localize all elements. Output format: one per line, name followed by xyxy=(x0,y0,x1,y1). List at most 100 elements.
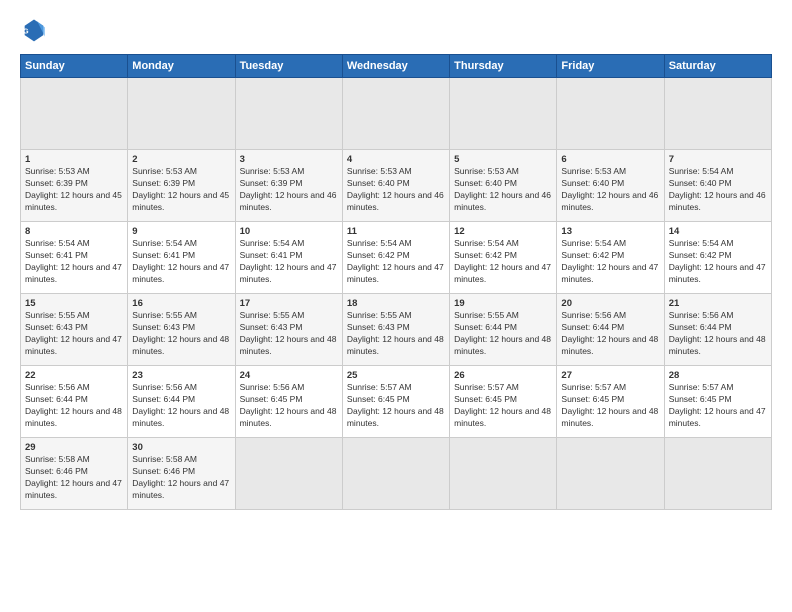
day-number: 22 xyxy=(25,370,123,381)
calendar-cell xyxy=(450,78,557,150)
weekday-header-thursday: Thursday xyxy=(450,55,557,78)
svg-text:G: G xyxy=(23,29,29,36)
calendar-cell xyxy=(664,438,771,510)
day-info: Sunrise: 5:55 AMSunset: 6:43 PMDaylight:… xyxy=(25,310,123,358)
day-info: Sunrise: 5:57 AMSunset: 6:45 PMDaylight:… xyxy=(561,382,659,430)
weekday-header-sunday: Sunday xyxy=(21,55,128,78)
week-row-5: 29 Sunrise: 5:58 AMSunset: 6:46 PMDaylig… xyxy=(21,438,772,510)
day-info: Sunrise: 5:56 AMSunset: 6:44 PMDaylight:… xyxy=(669,310,767,358)
calendar-cell: 8 Sunrise: 5:54 AMSunset: 6:41 PMDayligh… xyxy=(21,222,128,294)
day-info: Sunrise: 5:56 AMSunset: 6:45 PMDaylight:… xyxy=(240,382,338,430)
weekday-header-friday: Friday xyxy=(557,55,664,78)
logo: G xyxy=(20,18,52,46)
day-number: 8 xyxy=(25,226,123,237)
calendar-cell: 6 Sunrise: 5:53 AMSunset: 6:40 PMDayligh… xyxy=(557,150,664,222)
calendar-cell: 9 Sunrise: 5:54 AMSunset: 6:41 PMDayligh… xyxy=(128,222,235,294)
day-number: 7 xyxy=(669,154,767,165)
calendar-cell: 30 Sunrise: 5:58 AMSunset: 6:46 PMDaylig… xyxy=(128,438,235,510)
day-info: Sunrise: 5:54 AMSunset: 6:42 PMDaylight:… xyxy=(561,238,659,286)
day-info: Sunrise: 5:58 AMSunset: 6:46 PMDaylight:… xyxy=(132,454,230,502)
day-info: Sunrise: 5:54 AMSunset: 6:41 PMDaylight:… xyxy=(240,238,338,286)
day-number: 30 xyxy=(132,442,230,453)
day-info: Sunrise: 5:56 AMSunset: 6:44 PMDaylight:… xyxy=(132,382,230,430)
calendar-cell: 10 Sunrise: 5:54 AMSunset: 6:41 PMDaylig… xyxy=(235,222,342,294)
day-number: 2 xyxy=(132,154,230,165)
day-info: Sunrise: 5:53 AMSunset: 6:40 PMDaylight:… xyxy=(454,166,552,214)
day-number: 16 xyxy=(132,298,230,309)
weekday-header-monday: Monday xyxy=(128,55,235,78)
day-info: Sunrise: 5:53 AMSunset: 6:40 PMDaylight:… xyxy=(347,166,445,214)
calendar-cell: 4 Sunrise: 5:53 AMSunset: 6:40 PMDayligh… xyxy=(342,150,449,222)
calendar-cell: 26 Sunrise: 5:57 AMSunset: 6:45 PMDaylig… xyxy=(450,366,557,438)
day-number: 13 xyxy=(561,226,659,237)
day-info: Sunrise: 5:55 AMSunset: 6:44 PMDaylight:… xyxy=(454,310,552,358)
weekday-header-saturday: Saturday xyxy=(664,55,771,78)
calendar-cell: 20 Sunrise: 5:56 AMSunset: 6:44 PMDaylig… xyxy=(557,294,664,366)
calendar-cell: 14 Sunrise: 5:54 AMSunset: 6:42 PMDaylig… xyxy=(664,222,771,294)
week-row-2: 8 Sunrise: 5:54 AMSunset: 6:41 PMDayligh… xyxy=(21,222,772,294)
day-number: 12 xyxy=(454,226,552,237)
day-number: 20 xyxy=(561,298,659,309)
day-info: Sunrise: 5:54 AMSunset: 6:40 PMDaylight:… xyxy=(669,166,767,214)
day-number: 21 xyxy=(669,298,767,309)
calendar-cell xyxy=(128,78,235,150)
day-info: Sunrise: 5:57 AMSunset: 6:45 PMDaylight:… xyxy=(454,382,552,430)
day-number: 14 xyxy=(669,226,767,237)
day-number: 5 xyxy=(454,154,552,165)
page: G SundayMondayTuesdayWednesdayThursdayFr… xyxy=(0,0,792,612)
weekday-header-tuesday: Tuesday xyxy=(235,55,342,78)
calendar-cell xyxy=(342,78,449,150)
day-info: Sunrise: 5:53 AMSunset: 6:40 PMDaylight:… xyxy=(561,166,659,214)
day-number: 26 xyxy=(454,370,552,381)
calendar-cell: 16 Sunrise: 5:55 AMSunset: 6:43 PMDaylig… xyxy=(128,294,235,366)
day-info: Sunrise: 5:53 AMSunset: 6:39 PMDaylight:… xyxy=(25,166,123,214)
logo-icon: G xyxy=(20,18,48,46)
calendar-cell xyxy=(342,438,449,510)
calendar-cell xyxy=(450,438,557,510)
weekday-header-wednesday: Wednesday xyxy=(342,55,449,78)
day-info: Sunrise: 5:55 AMSunset: 6:43 PMDaylight:… xyxy=(240,310,338,358)
calendar-cell: 3 Sunrise: 5:53 AMSunset: 6:39 PMDayligh… xyxy=(235,150,342,222)
calendar-cell: 19 Sunrise: 5:55 AMSunset: 6:44 PMDaylig… xyxy=(450,294,557,366)
calendar-cell xyxy=(557,78,664,150)
calendar-table: SundayMondayTuesdayWednesdayThursdayFrid… xyxy=(20,54,772,510)
calendar-cell: 12 Sunrise: 5:54 AMSunset: 6:42 PMDaylig… xyxy=(450,222,557,294)
day-info: Sunrise: 5:54 AMSunset: 6:42 PMDaylight:… xyxy=(669,238,767,286)
calendar-cell: 23 Sunrise: 5:56 AMSunset: 6:44 PMDaylig… xyxy=(128,366,235,438)
calendar-cell: 5 Sunrise: 5:53 AMSunset: 6:40 PMDayligh… xyxy=(450,150,557,222)
day-number: 4 xyxy=(347,154,445,165)
calendar-cell xyxy=(235,78,342,150)
calendar-cell: 28 Sunrise: 5:57 AMSunset: 6:45 PMDaylig… xyxy=(664,366,771,438)
day-info: Sunrise: 5:54 AMSunset: 6:41 PMDaylight:… xyxy=(25,238,123,286)
week-row-0 xyxy=(21,78,772,150)
calendar-cell: 27 Sunrise: 5:57 AMSunset: 6:45 PMDaylig… xyxy=(557,366,664,438)
calendar-cell: 7 Sunrise: 5:54 AMSunset: 6:40 PMDayligh… xyxy=(664,150,771,222)
calendar-cell: 11 Sunrise: 5:54 AMSunset: 6:42 PMDaylig… xyxy=(342,222,449,294)
header: G xyxy=(20,18,772,46)
day-info: Sunrise: 5:55 AMSunset: 6:43 PMDaylight:… xyxy=(347,310,445,358)
calendar-cell xyxy=(664,78,771,150)
day-info: Sunrise: 5:54 AMSunset: 6:42 PMDaylight:… xyxy=(454,238,552,286)
calendar-cell: 25 Sunrise: 5:57 AMSunset: 6:45 PMDaylig… xyxy=(342,366,449,438)
calendar-cell: 2 Sunrise: 5:53 AMSunset: 6:39 PMDayligh… xyxy=(128,150,235,222)
calendar-cell: 29 Sunrise: 5:58 AMSunset: 6:46 PMDaylig… xyxy=(21,438,128,510)
week-row-3: 15 Sunrise: 5:55 AMSunset: 6:43 PMDaylig… xyxy=(21,294,772,366)
day-number: 24 xyxy=(240,370,338,381)
day-number: 6 xyxy=(561,154,659,165)
day-number: 15 xyxy=(25,298,123,309)
day-info: Sunrise: 5:57 AMSunset: 6:45 PMDaylight:… xyxy=(347,382,445,430)
calendar-cell: 21 Sunrise: 5:56 AMSunset: 6:44 PMDaylig… xyxy=(664,294,771,366)
day-number: 28 xyxy=(669,370,767,381)
calendar-cell: 22 Sunrise: 5:56 AMSunset: 6:44 PMDaylig… xyxy=(21,366,128,438)
day-info: Sunrise: 5:54 AMSunset: 6:41 PMDaylight:… xyxy=(132,238,230,286)
day-number: 3 xyxy=(240,154,338,165)
week-row-1: 1 Sunrise: 5:53 AMSunset: 6:39 PMDayligh… xyxy=(21,150,772,222)
day-number: 29 xyxy=(25,442,123,453)
day-number: 27 xyxy=(561,370,659,381)
calendar-cell: 15 Sunrise: 5:55 AMSunset: 6:43 PMDaylig… xyxy=(21,294,128,366)
day-info: Sunrise: 5:53 AMSunset: 6:39 PMDaylight:… xyxy=(240,166,338,214)
day-number: 19 xyxy=(454,298,552,309)
calendar-cell xyxy=(557,438,664,510)
calendar-cell: 1 Sunrise: 5:53 AMSunset: 6:39 PMDayligh… xyxy=(21,150,128,222)
day-number: 23 xyxy=(132,370,230,381)
